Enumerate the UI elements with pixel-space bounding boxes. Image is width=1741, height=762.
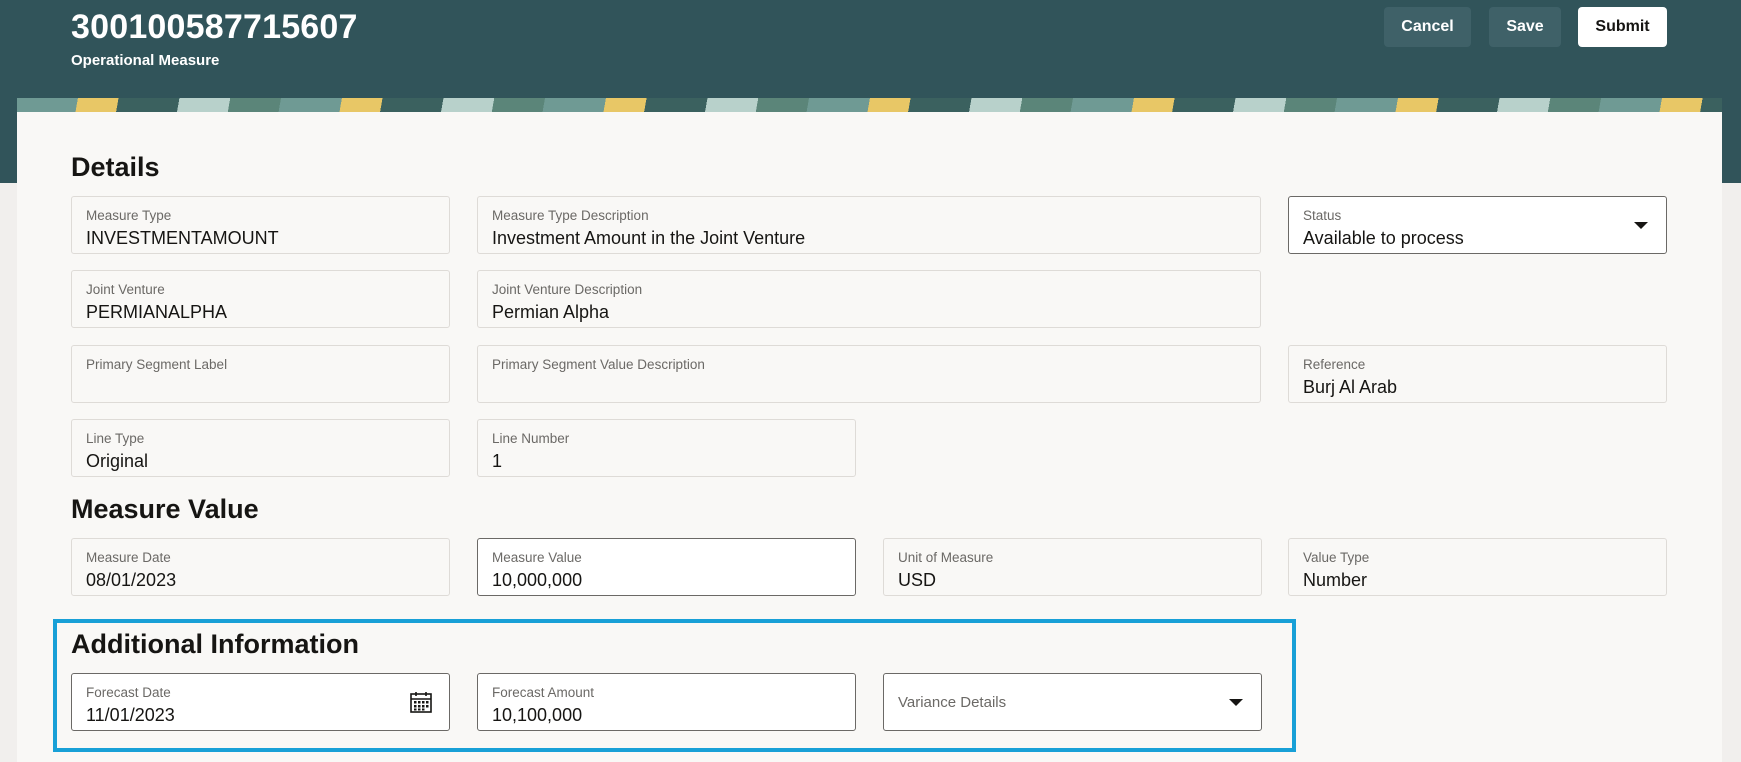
page-subtitle: Operational Measure (71, 52, 220, 69)
field-value: 10,000,000 (492, 570, 583, 590)
chevron-down-icon[interactable] (1229, 699, 1243, 706)
save-button[interactable]: Save (1489, 7, 1561, 47)
measure-value-input[interactable]: Measure Value 10,000,000 (477, 538, 856, 596)
primary-segment-value-description-field[interactable]: Primary Segment Value Description (477, 345, 1261, 403)
field-label: Primary Segment Label (86, 357, 228, 372)
field-value: 08/01/2023 (86, 570, 177, 590)
field-label: Value Type (1303, 550, 1370, 565)
field-label: Measure Type Description (492, 208, 649, 223)
joint-venture-field[interactable]: Joint Venture PERMIANALPHA (71, 270, 450, 328)
variance-details-placeholder: Variance Details (898, 694, 1007, 711)
field-value: 11/01/2023 (86, 705, 175, 725)
field-value: INVESTMENTAMOUNT (86, 228, 279, 248)
field-value: Number (1303, 570, 1368, 590)
field-label: Measure Value (492, 550, 582, 565)
field-label: Forecast Date (86, 685, 171, 700)
field-value: Burj Al Arab (1303, 377, 1398, 397)
submit-button[interactable]: Submit (1578, 7, 1667, 47)
measure-type-description-field[interactable]: Measure Type Description Investment Amou… (477, 196, 1261, 254)
field-label: Reference (1303, 357, 1366, 372)
measure-value-heading: Measure Value (71, 494, 259, 524)
field-label: Joint Venture Description (492, 282, 643, 297)
field-label: Measure Type (86, 208, 172, 223)
measure-type-field[interactable]: Measure Type INVESTMENTAMOUNT (71, 196, 450, 254)
forecast-amount-input[interactable]: Forecast Amount 10,100,000 (477, 673, 856, 731)
field-label: Forecast Amount (492, 685, 595, 700)
field-label: Joint Venture (86, 282, 165, 297)
field-label: Status (1303, 208, 1342, 223)
primary-segment-label-field[interactable]: Primary Segment Label (71, 345, 450, 403)
status-select[interactable]: Status Available to process (1288, 196, 1667, 254)
value-type-field[interactable]: Value Type Number (1288, 538, 1667, 596)
measure-date-field[interactable]: Measure Date 08/01/2023 (71, 538, 450, 596)
page-title: 300100587715607 (71, 8, 358, 46)
field-value: Original (86, 451, 149, 471)
field-value: Available to process (1303, 228, 1464, 248)
field-value: 10,100,000 (492, 705, 583, 725)
line-number-field[interactable]: Line Number 1 (477, 419, 856, 477)
banner-decoration (17, 98, 1722, 112)
field-value: Permian Alpha (492, 302, 610, 322)
additional-information-heading: Additional Information (71, 629, 359, 659)
details-heading: Details (71, 152, 160, 182)
variance-details-select[interactable]: Variance Details (883, 673, 1262, 731)
line-type-field[interactable]: Line Type Original (71, 419, 450, 477)
field-value: 1 (492, 451, 503, 471)
field-value: USD (898, 570, 937, 590)
forecast-date-input[interactable]: Forecast Date 11/01/2023 (71, 673, 450, 731)
field-label: Line Number (492, 431, 570, 446)
field-value: PERMIANALPHA (86, 302, 228, 322)
cancel-button[interactable]: Cancel (1384, 7, 1471, 47)
field-value: Investment Amount in the Joint Venture (492, 228, 806, 248)
field-label: Unit of Measure (898, 550, 994, 565)
field-label: Measure Date (86, 550, 171, 565)
calendar-icon[interactable] (409, 690, 433, 714)
chevron-down-icon[interactable] (1634, 222, 1648, 229)
joint-venture-description-field[interactable]: Joint Venture Description Permian Alpha (477, 270, 1261, 328)
field-label: Primary Segment Value Description (492, 357, 705, 372)
field-label: Line Type (86, 431, 145, 446)
unit-of-measure-field[interactable]: Unit of Measure USD (883, 538, 1262, 596)
reference-field[interactable]: Reference Burj Al Arab (1288, 345, 1667, 403)
